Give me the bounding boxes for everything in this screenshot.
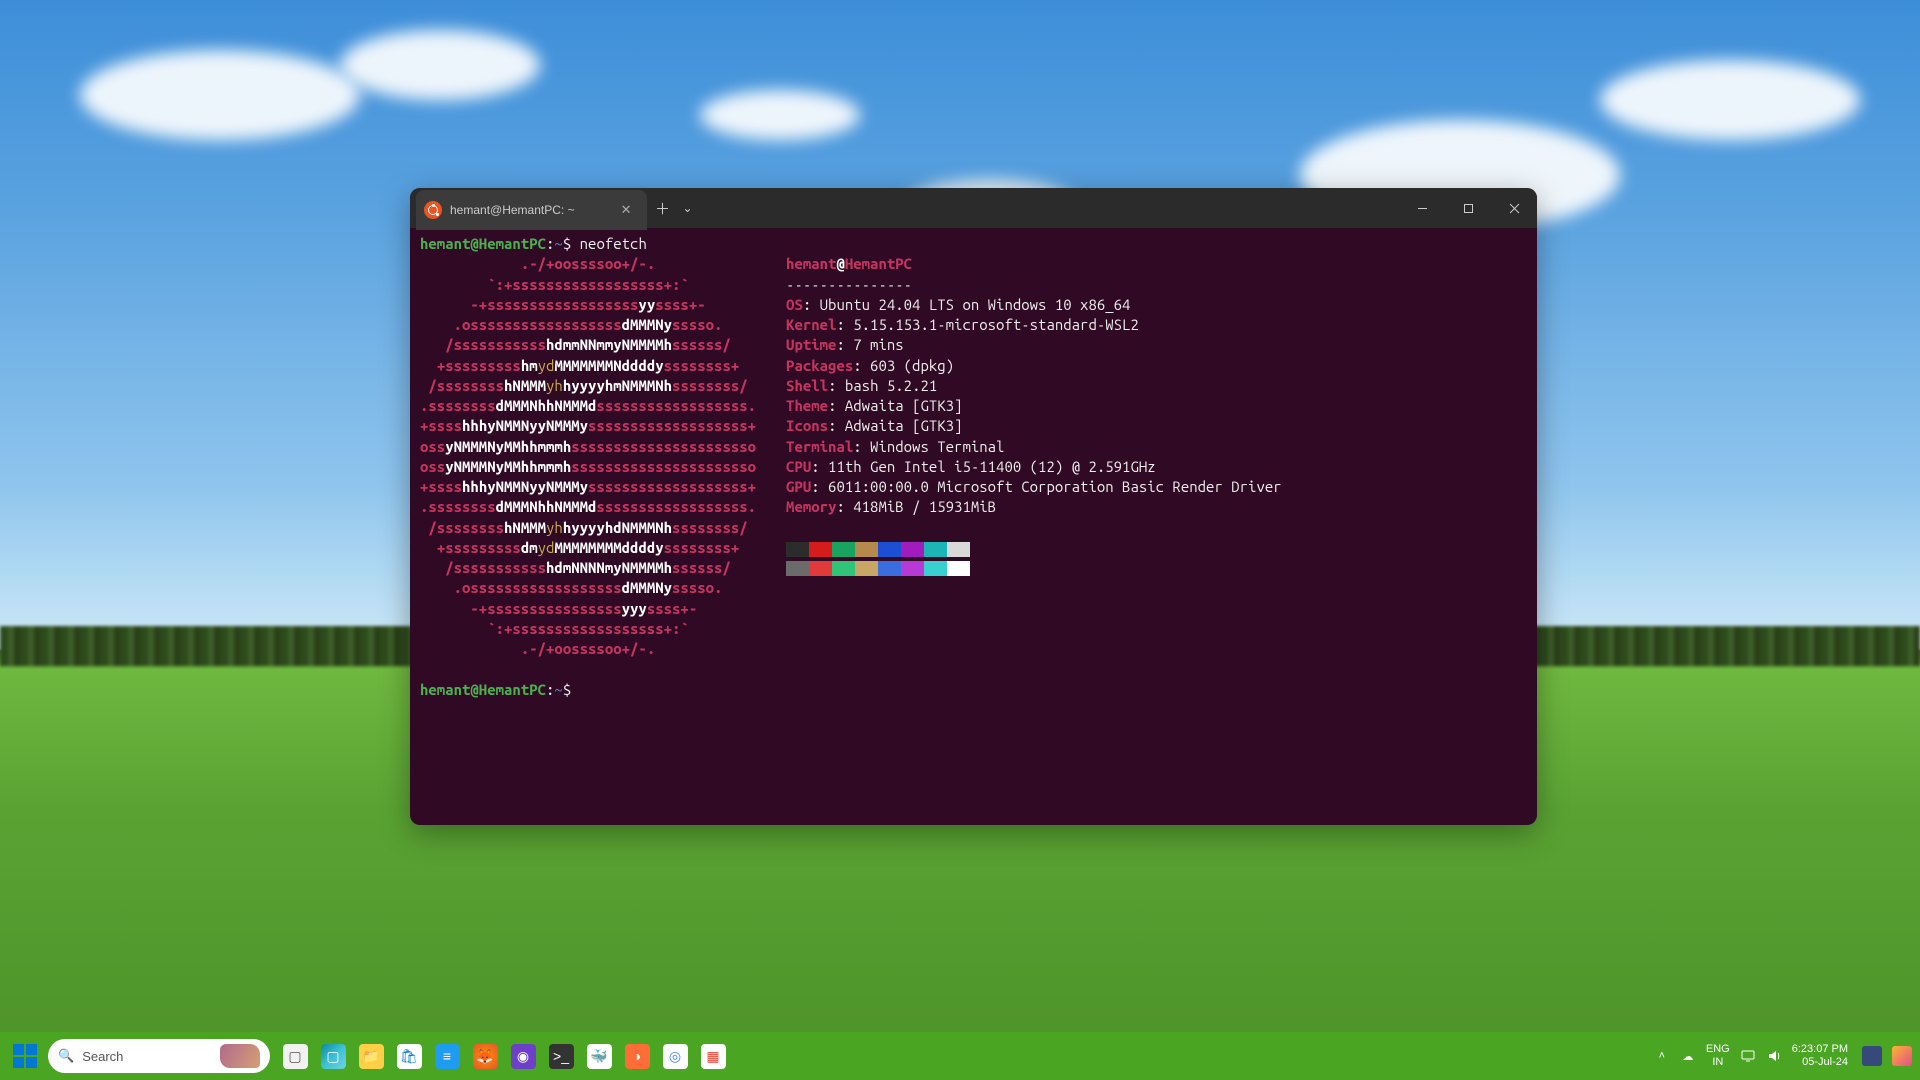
taskbar-app-vscode[interactable]: ≡ — [430, 1039, 464, 1073]
search-placeholder: Search — [82, 1049, 123, 1064]
new-tab-button[interactable]: ＋ — [647, 198, 677, 219]
cloud — [340, 30, 540, 100]
postman-icon: ◑ — [625, 1044, 650, 1069]
network-icon[interactable] — [1740, 1048, 1756, 1064]
clock[interactable]: 6:23:07 PM 05-Jul-24 — [1792, 1043, 1848, 1069]
taskbar-app-terminal[interactable]: >_ — [544, 1039, 578, 1073]
search-highlight-image — [220, 1044, 260, 1068]
tab-title: hemant@HemantPC: ~ — [450, 203, 575, 217]
tab-dropdown-button[interactable]: ⌄ — [677, 201, 697, 215]
onedrive-icon[interactable]: ☁ — [1680, 1048, 1696, 1064]
language-top: ENG — [1706, 1043, 1730, 1056]
edge-icon: ▢ — [321, 1044, 346, 1069]
taskbar-app-firefox[interactable]: 🦊 — [468, 1039, 502, 1073]
time-text: 6:23:07 PM — [1792, 1043, 1848, 1056]
tab-close-button[interactable]: ✕ — [615, 200, 638, 220]
terminal-body[interactable]: hemant@HemantPC:~$ neofetch .-/+oossssoo… — [410, 228, 1537, 825]
taskbar-app-microsoft-store[interactable]: 🛍 — [392, 1039, 426, 1073]
taskbar: 🔍 Search ▢ ▢ 📁 🛍 ≡ 🦊 ◉ >_ 🐳 ◑ ◎ ▦ ˄ ☁ ENG IN 6:23:0… — [0, 1032, 1920, 1080]
search-icon: 🔍 — [58, 1048, 74, 1064]
ubuntu-icon — [424, 201, 442, 219]
taskbar-app-github[interactable]: ◉ — [506, 1039, 540, 1073]
language-bottom: IN — [1706, 1056, 1730, 1069]
taskbar-search[interactable]: 🔍 Search — [48, 1039, 270, 1073]
file-explorer-icon: 📁 — [359, 1044, 384, 1069]
date-text: 05-Jul-24 — [1792, 1056, 1848, 1069]
cloud — [1600, 60, 1860, 140]
taskbar-app-file-explorer[interactable]: 📁 — [354, 1039, 388, 1073]
volume-icon[interactable] — [1766, 1048, 1782, 1064]
titlebar[interactable]: hemant@HemantPC: ~ ✕ ＋ ⌄ — [410, 188, 1537, 228]
tray-overflow-chevron[interactable]: ˄ — [1654, 1048, 1670, 1064]
taskbar-app-postman[interactable]: ◑ — [620, 1039, 654, 1073]
github-icon: ◉ — [511, 1044, 536, 1069]
taskbar-app-app-misc[interactable]: ▦ — [696, 1039, 730, 1073]
app-misc-icon: ▦ — [701, 1044, 726, 1069]
taskbar-pinned-apps: ▢ ▢ 📁 🛍 ≡ 🦊 ◉ >_ 🐳 ◑ ◎ ▦ — [278, 1039, 730, 1073]
task-view-icon: ▢ — [283, 1044, 308, 1069]
taskbar-app-edge[interactable]: ▢ — [316, 1039, 350, 1073]
cloud — [80, 50, 360, 140]
windows-icon — [13, 1044, 37, 1068]
taskbar-app-docker[interactable]: 🐳 — [582, 1039, 616, 1073]
chrome-icon: ◎ — [663, 1044, 688, 1069]
docker-icon: 🐳 — [587, 1044, 612, 1069]
window-controls — [1399, 188, 1537, 228]
taskbar-app-task-view[interactable]: ▢ — [278, 1039, 312, 1073]
terminal-icon: >_ — [549, 1044, 574, 1069]
taskbar-app-chrome[interactable]: ◎ — [658, 1039, 692, 1073]
minimize-button[interactable] — [1399, 188, 1445, 228]
close-button[interactable] — [1491, 188, 1537, 228]
cloud — [700, 90, 860, 140]
terminal-tab[interactable]: hemant@HemantPC: ~ ✕ — [416, 190, 647, 230]
terminal-window: hemant@HemantPC: ~ ✕ ＋ ⌄ hemant@HemantPC… — [410, 188, 1537, 825]
tray-app-icon-2[interactable] — [1892, 1046, 1912, 1066]
microsoft-store-icon: 🛍 — [397, 1044, 422, 1069]
tray-app-icon-1[interactable] — [1862, 1046, 1882, 1066]
start-button[interactable] — [8, 1039, 42, 1073]
language-indicator[interactable]: ENG IN — [1706, 1043, 1730, 1069]
maximize-button[interactable] — [1445, 188, 1491, 228]
vscode-icon: ≡ — [435, 1044, 460, 1069]
firefox-icon: 🦊 — [473, 1044, 498, 1069]
system-tray: ˄ ☁ ENG IN 6:23:07 PM 05-Jul-24 — [1654, 1043, 1912, 1069]
